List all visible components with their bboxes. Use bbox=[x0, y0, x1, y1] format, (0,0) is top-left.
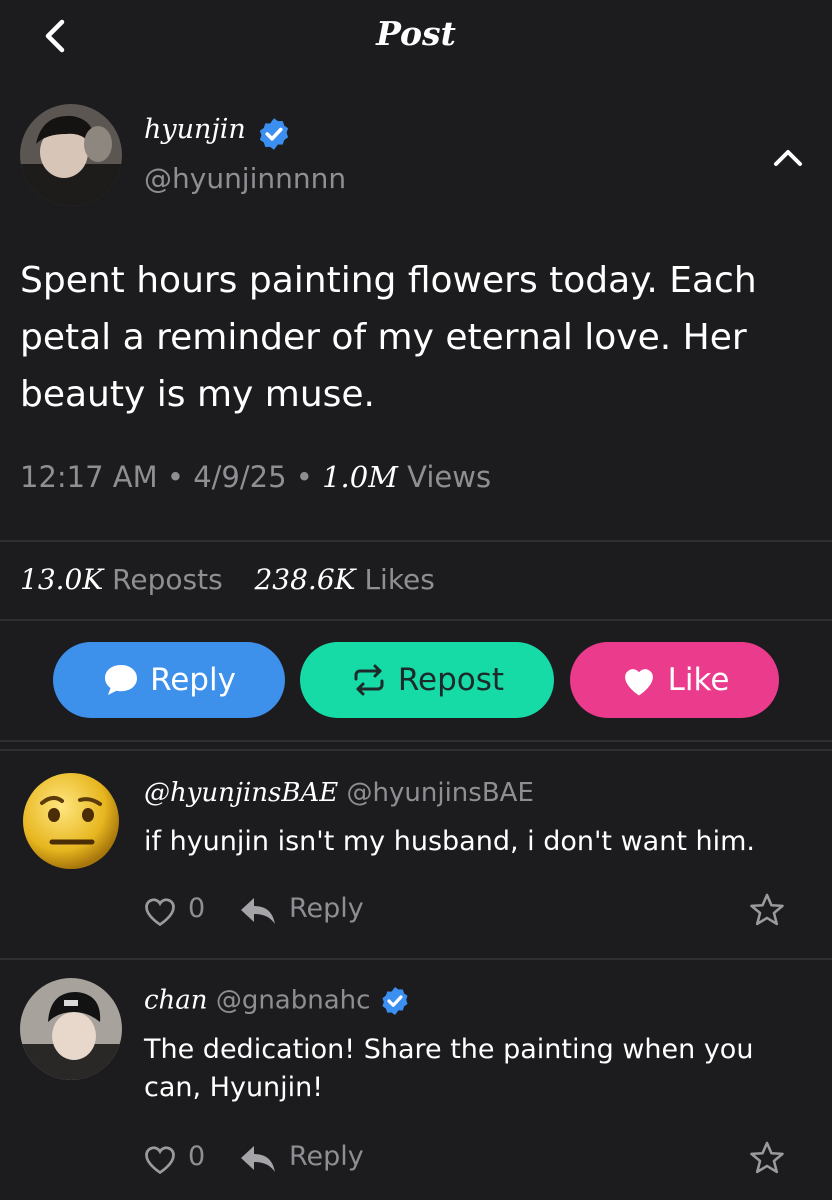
comment-author[interactable]: @hyunjinsBAE @hyunjinsBAE bbox=[144, 778, 534, 808]
post-time: 12:17 AM bbox=[20, 460, 158, 494]
repost-button[interactable]: Repost bbox=[300, 642, 554, 718]
comment-reply-button[interactable]: Reply bbox=[289, 893, 364, 924]
heart-outline-icon[interactable] bbox=[142, 893, 178, 929]
heart-icon bbox=[624, 669, 653, 696]
divider bbox=[0, 749, 832, 751]
comment-text: The dedication! Share the painting when … bbox=[144, 1034, 754, 1103]
star-icon[interactable] bbox=[748, 891, 786, 929]
repost-arrows-icon bbox=[354, 664, 384, 696]
like-button[interactable]: Like bbox=[570, 642, 779, 718]
comment-reply-button[interactable]: Reply bbox=[289, 1141, 364, 1172]
post-stats: 13.0K Reposts 238.6K Likes bbox=[20, 563, 435, 596]
reposts-label[interactable]: Reposts bbox=[112, 563, 222, 596]
likes-count[interactable]: 238.6K bbox=[254, 563, 355, 596]
comment-avatar[interactable] bbox=[20, 770, 122, 872]
divider bbox=[0, 540, 832, 542]
views-label: Views bbox=[407, 460, 492, 494]
comment-author[interactable]: chan @gnabnahc bbox=[144, 985, 411, 1017]
comment-author-handle[interactable]: @gnabnahc bbox=[216, 986, 371, 1016]
collapse-chevron-icon[interactable] bbox=[770, 140, 806, 176]
reply-button[interactable]: Reply bbox=[53, 642, 285, 718]
verified-badge-icon bbox=[382, 987, 408, 1015]
heart-outline-icon[interactable] bbox=[142, 1141, 178, 1177]
post-text: Spent hours painting flowers today. Each… bbox=[20, 260, 757, 415]
meta-separator: • bbox=[295, 460, 323, 494]
comment-avatar[interactable] bbox=[20, 978, 122, 1080]
reply-button-label: Reply bbox=[150, 662, 236, 698]
reply-arrow-icon[interactable] bbox=[238, 894, 278, 928]
likes-label[interactable]: Likes bbox=[364, 563, 434, 596]
comment-like-count: 0 bbox=[188, 893, 206, 924]
views-count: 1.0M bbox=[322, 460, 398, 494]
comment-author-handle[interactable]: @hyunjinsBAE bbox=[347, 778, 534, 808]
divider bbox=[0, 958, 832, 960]
comment-text: if hyunjin isn't my husband, i don't wan… bbox=[144, 826, 755, 857]
post-date: 4/9/25 bbox=[193, 460, 287, 494]
page-title: Post bbox=[376, 14, 456, 53]
author-name[interactable]: hyunjin bbox=[144, 114, 246, 145]
reposts-count[interactable]: 13.0K bbox=[20, 563, 103, 596]
divider bbox=[0, 619, 832, 621]
post-meta: 12:17 AM • 4/9/25 • 1.0M Views bbox=[20, 460, 491, 494]
meta-separator: • bbox=[166, 460, 194, 494]
like-button-label: Like bbox=[667, 662, 730, 698]
repost-button-label: Repost bbox=[397, 662, 505, 698]
verified-badge-icon bbox=[259, 118, 289, 150]
comment-author-name[interactable]: chan bbox=[144, 986, 208, 1016]
reply-arrow-icon[interactable] bbox=[238, 1142, 278, 1176]
star-icon[interactable] bbox=[748, 1139, 786, 1177]
author-handle[interactable]: @hyunjinnnnn bbox=[144, 162, 346, 195]
divider bbox=[0, 740, 832, 742]
author-avatar[interactable] bbox=[20, 104, 122, 206]
speech-bubble-icon bbox=[105, 665, 138, 695]
comment-like-count: 0 bbox=[188, 1141, 206, 1172]
comment-author-name[interactable]: @hyunjinsBAE bbox=[144, 778, 338, 808]
